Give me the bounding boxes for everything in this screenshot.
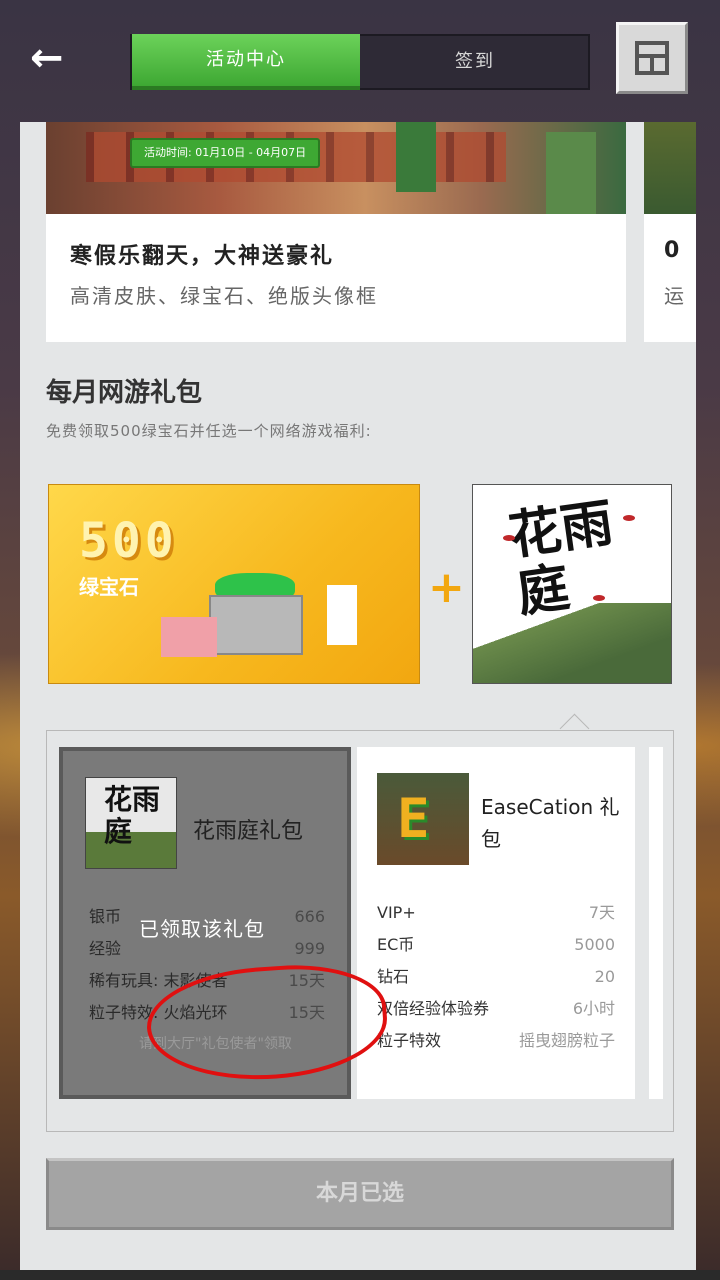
petal-icon (623, 515, 635, 521)
event-banner-card[interactable]: 活动时间: 01月10日 - 04月07日 寒假乐翻天，大神送豪礼 高清皮肤、绿… (46, 122, 626, 342)
pack-card-easecation[interactable]: E EaseCation 礼包 VIP+ 7天 EC币 5000 钻石 20 双倍经验… (357, 747, 635, 1099)
reward-value: 摇曳翅膀粒子 (518, 1031, 615, 1050)
banner-subtitle: 高清皮肤、绿宝石、绝版头像框 (70, 284, 378, 308)
reward-name: VIP+ (377, 903, 416, 922)
reward-row: 粒子特效 摇曳翅膀粒子 (377, 1025, 615, 1057)
reward-row: 钻石 20 (377, 961, 615, 993)
reward-name: 粒子特效 (377, 1031, 442, 1050)
pack-name: 花雨庭礼包 (193, 819, 304, 844)
reward-name: 经验 (89, 939, 122, 958)
next-banner-image (644, 122, 696, 214)
pack-name: EaseCation 礼包 (481, 795, 620, 851)
reward-name: 双倍经验体验券 (377, 999, 490, 1018)
bottom-edge (0, 1270, 720, 1280)
pig-icon (161, 617, 217, 657)
reward-value: 999 (294, 939, 325, 958)
reward-value: 5000 (574, 935, 615, 954)
pack-list: 花雨庭 花雨庭礼包 银币 666 经验 999 稀有玩具: 末影使者 15天 粒子特效… (46, 730, 674, 1132)
claimed-overlay-text: 已领取该礼包 (139, 917, 265, 941)
top-bar: ← 活动中心 签到 (0, 0, 720, 122)
tab-check-in[interactable]: 签到 (360, 36, 590, 88)
banner-title: 寒假乐翻天，大神送豪礼 (70, 244, 335, 269)
next-banner-subtitle: 运 (664, 284, 684, 308)
minecart-icon (209, 595, 303, 655)
banner-image: 活动时间: 01月10日 - 04月07日 (46, 122, 626, 214)
petal-icon (503, 535, 515, 541)
menu-button[interactable] (616, 22, 688, 94)
pack-thumb-logo: 花雨庭 (104, 783, 161, 848)
selected-this-month-button[interactable]: 本月已选 (46, 1158, 674, 1230)
featured-game-image: 花雨庭 (472, 484, 672, 684)
event-date-badge: 活动时间: 01月10日 - 04月07日 (130, 138, 321, 168)
tab-bar: 活动中心 签到 (130, 34, 590, 90)
reward-value: 666 (294, 907, 325, 926)
reward-name: EC币 (377, 935, 415, 954)
next-pack-edge[interactable] (649, 747, 663, 1099)
reward-name: 银币 (89, 907, 122, 926)
banner-character-2 (546, 132, 596, 214)
reward-row: 双倍经验体验券 6小时 (377, 993, 615, 1025)
next-banner-title: 0 (664, 238, 680, 263)
next-banner-card[interactable]: 0 运 (644, 122, 696, 342)
tab-activity-center[interactable]: 活动中心 (132, 34, 360, 90)
emerald-count: 500 (79, 513, 178, 569)
reward-row: VIP+ 7天 (377, 897, 615, 929)
pack-thumbnail: E (377, 773, 469, 865)
pack-rewards: VIP+ 7天 EC币 5000 钻石 20 双倍经验体验券 6小时 粒子特效 摇曳翅膀粒… (377, 897, 615, 1057)
emerald-label: 绿宝石 (79, 575, 139, 599)
activity-panel: 活动时间: 01月10日 - 04月07日 寒假乐翻天，大神送豪礼 高清皮肤、绿… (20, 122, 696, 1280)
pack-thumb-logo: E (397, 787, 430, 850)
reward-value: 6小时 (572, 999, 615, 1018)
arrow-left-icon[interactable]: ← (30, 36, 74, 80)
reward-name: 钻石 (377, 967, 410, 986)
reward-row: EC币 5000 (377, 929, 615, 961)
pack-thumbnail: 花雨庭 (85, 777, 177, 869)
window-menu-icon (635, 41, 669, 75)
petal-icon (593, 595, 605, 601)
plus-icon: + (428, 562, 465, 613)
emerald-gift-image: 500 绿宝石 (48, 484, 420, 684)
game-logo: 花雨庭 (505, 492, 617, 625)
chicken-icon (327, 585, 357, 645)
banner-character (396, 122, 436, 192)
section-subtitle: 免费领取500绿宝石并任选一个网络游戏福利: (46, 422, 372, 440)
section-title: 每月网游礼包 (46, 378, 203, 408)
reward-value: 7天 (588, 903, 615, 922)
reward-value: 20 (594, 967, 615, 986)
